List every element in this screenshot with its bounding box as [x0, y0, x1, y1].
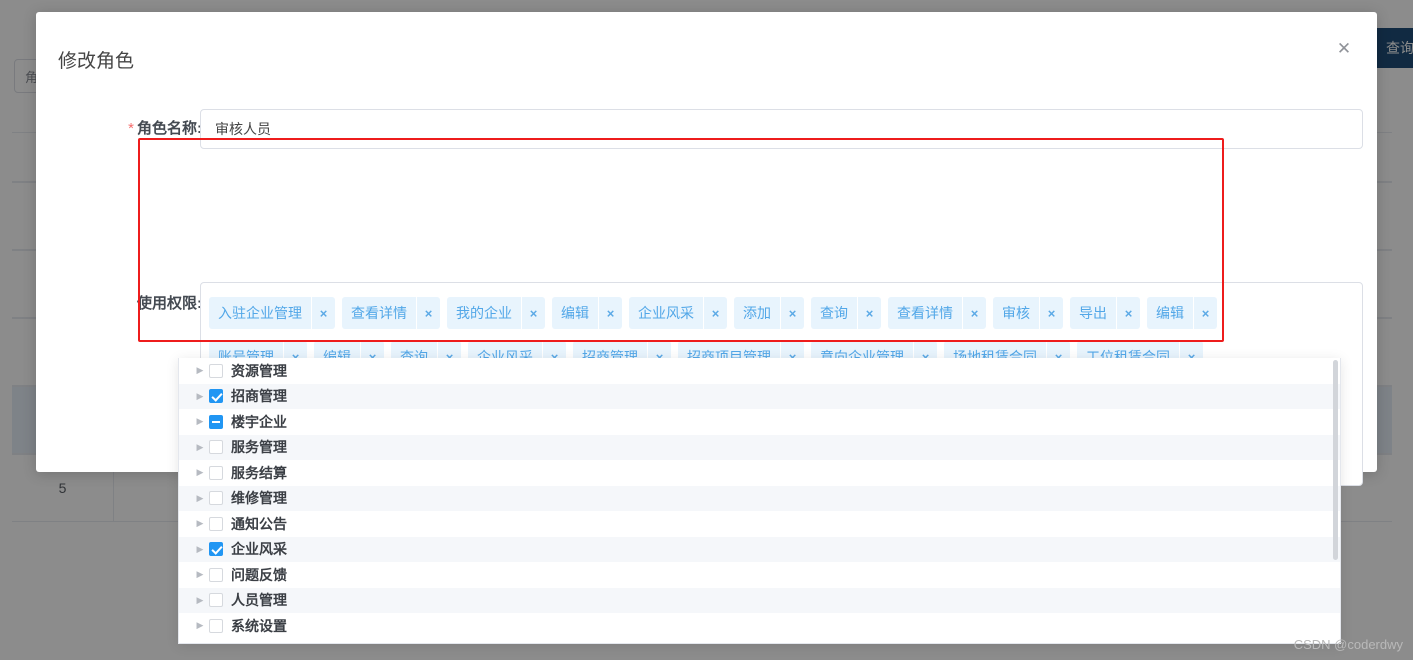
permission-tag[interactable]: 企业风采 × — [629, 297, 727, 329]
tree-item-checkbox[interactable] — [209, 389, 223, 404]
required-marker: * — [128, 120, 134, 137]
tree-item-企业风采[interactable]: ▶ 企业风采 — [179, 536, 1340, 562]
dialog-body: * 角色名称: 审核人员 使用权限: 入驻企业管理 × 查看详情 × 我的企业 × 编辑 × 企业… — [36, 84, 1377, 549]
tree-item-checkbox[interactable] — [209, 516, 223, 531]
tree-item-问题反馈[interactable]: ▶ 问题反馈 — [179, 562, 1340, 588]
tree-item-checkbox[interactable] — [209, 363, 223, 378]
watermark: CSDN @coderdwy — [1293, 637, 1403, 652]
tree-item-label: 服务结算 — [231, 464, 287, 481]
remove-tag-icon[interactable]: × — [1193, 297, 1217, 329]
permission-tag[interactable]: 我的企业 × — [447, 297, 545, 329]
tree-item-招商管理[interactable]: ▶ 招商管理 — [179, 383, 1340, 409]
close-icon[interactable]: ✕ — [1333, 38, 1355, 60]
tree-item-checkbox[interactable] — [209, 440, 223, 455]
tree-item-label: 服务管理 — [231, 439, 287, 456]
expand-caret-icon[interactable]: ▶ — [191, 493, 209, 504]
permission-tag-label: 导出 — [1079, 305, 1107, 321]
tree-item-checkbox[interactable] — [209, 491, 223, 506]
permission-tag[interactable]: 添加 × — [734, 297, 804, 329]
tree-item-label: 系统设置 — [231, 617, 287, 634]
role-name-label: * 角色名称: — [92, 117, 202, 138]
remove-tag-icon[interactable]: × — [703, 297, 727, 329]
permission-tag[interactable]: 审核 × — [993, 297, 1063, 329]
remove-tag-icon[interactable]: × — [780, 297, 804, 329]
page-root: 角色名称 查询 5 共 5 条 20 — [0, 0, 1413, 660]
tree-item-label: 资源管理 — [231, 362, 287, 379]
permission-tag-label: 我的企业 — [456, 305, 512, 321]
permissions-tree-dropdown[interactable]: ▶ 资源管理 ▶ 招商管理 ▶ 楼宇企业 ▶ 服务管理 ▶ 服务结算 ▶ 维修管理 ▶ 通知公告 ▶ 企业风采… — [178, 358, 1341, 644]
tree-item-label: 通知公告 — [231, 515, 287, 532]
permission-tag[interactable]: 入驻企业管理 × — [209, 297, 335, 329]
expand-caret-icon[interactable]: ▶ — [191, 416, 209, 427]
tree-item-label: 人员管理 — [231, 592, 287, 609]
permissions-tree-list: ▶ 资源管理 ▶ 招商管理 ▶ 楼宇企业 ▶ 服务管理 ▶ 服务结算 ▶ 维修管理 ▶ 通知公告 ▶ 企业风采… — [179, 358, 1340, 639]
tree-item-系统设置[interactable]: ▶ 系统设置 — [179, 613, 1340, 639]
expand-caret-icon[interactable]: ▶ — [191, 620, 209, 631]
tree-item-checkbox[interactable] — [209, 542, 223, 557]
tree-item-checkbox[interactable] — [209, 567, 223, 582]
tree-item-label: 楼宇企业 — [231, 413, 287, 430]
tree-item-维修管理[interactable]: ▶ 维修管理 — [179, 485, 1340, 511]
expand-caret-icon[interactable]: ▶ — [191, 391, 209, 402]
expand-caret-icon[interactable]: ▶ — [191, 467, 209, 478]
permission-tag-label: 添加 — [743, 305, 771, 321]
tree-item-资源管理[interactable]: ▶ 资源管理 — [179, 358, 1340, 384]
tree-item-楼宇企业[interactable]: ▶ 楼宇企业 — [179, 409, 1340, 435]
remove-tag-icon[interactable]: × — [857, 297, 881, 329]
expand-caret-icon[interactable]: ▶ — [191, 518, 209, 529]
expand-caret-icon[interactable]: ▶ — [191, 569, 209, 580]
permission-tag[interactable]: 编辑 × — [1147, 297, 1217, 329]
permission-tag[interactable]: 查看详情 × — [342, 297, 440, 329]
expand-caret-icon[interactable]: ▶ — [191, 544, 209, 555]
tree-item-通知公告[interactable]: ▶ 通知公告 — [179, 511, 1340, 537]
tree-item-checkbox[interactable] — [209, 465, 223, 480]
tree-item-checkbox[interactable] — [209, 593, 223, 608]
dialog-title: 修改角色 — [58, 51, 135, 72]
permission-tag-label: 查看详情 — [351, 305, 407, 321]
permission-tag-label: 企业风采 — [638, 305, 694, 321]
permission-tag[interactable]: 查询 × — [811, 297, 881, 329]
permission-tag-label: 编辑 — [561, 305, 589, 321]
tree-item-人员管理[interactable]: ▶ 人员管理 — [179, 587, 1340, 613]
dialog-header: 修改角色 ✕ — [36, 12, 1377, 84]
permission-tag-label: 编辑 — [1156, 305, 1184, 321]
permissions-label: 使用权限: — [137, 295, 202, 312]
role-name-input[interactable]: 审核人员 — [200, 109, 1363, 149]
expand-caret-icon[interactable]: ▶ — [191, 365, 209, 376]
tree-item-label: 维修管理 — [231, 490, 287, 507]
remove-tag-icon[interactable]: × — [1039, 297, 1063, 329]
expand-caret-icon[interactable]: ▶ — [191, 595, 209, 606]
form-row-role-name: * 角色名称: 审核人员 — [58, 84, 1363, 149]
remove-tag-icon[interactable]: × — [416, 297, 440, 329]
tree-scrollbar[interactable] — [1333, 360, 1338, 560]
permission-tag[interactable]: 编辑 × — [552, 297, 622, 329]
permission-tag-label: 入驻企业管理 — [218, 305, 302, 321]
tree-item-服务结算[interactable]: ▶ 服务结算 — [179, 460, 1340, 486]
permission-tag-label: 审核 — [1002, 305, 1030, 321]
tree-item-label: 问题反馈 — [231, 566, 287, 583]
remove-tag-icon[interactable]: × — [311, 297, 335, 329]
tree-item-label: 招商管理 — [231, 388, 287, 405]
permission-tag-label: 查看详情 — [897, 305, 953, 321]
role-name-label-text: 角色名称: — [137, 120, 202, 137]
permission-tag[interactable]: 查看详情 × — [888, 297, 986, 329]
tree-item-checkbox[interactable] — [209, 414, 223, 429]
remove-tag-icon[interactable]: × — [962, 297, 986, 329]
tree-item-checkbox[interactable] — [209, 618, 223, 633]
remove-tag-icon[interactable]: × — [521, 297, 545, 329]
permission-tag[interactable]: 导出 × — [1070, 297, 1140, 329]
remove-tag-icon[interactable]: × — [1116, 297, 1140, 329]
expand-caret-icon[interactable]: ▶ — [191, 442, 209, 453]
permission-tag-label: 查询 — [820, 305, 848, 321]
tree-item-服务管理[interactable]: ▶ 服务管理 — [179, 434, 1340, 460]
tree-item-label: 企业风采 — [231, 541, 287, 558]
remove-tag-icon[interactable]: × — [598, 297, 622, 329]
